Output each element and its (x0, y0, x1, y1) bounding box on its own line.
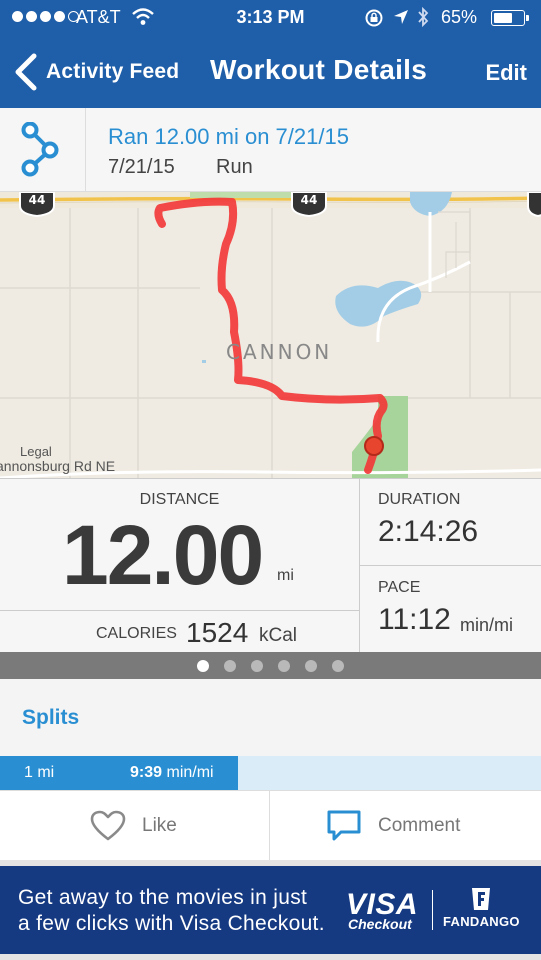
ad-text-line2: a few clicks with Visa Checkout. (18, 912, 325, 935)
battery-tip (526, 15, 529, 21)
map-road-label: annonsburg Rd NE (0, 458, 116, 474)
actions-divider (269, 791, 270, 861)
ad-logo-divider (432, 890, 433, 930)
activity-header: Ran 12.00 mi on 7/21/15 7/21/15 Run (0, 108, 541, 192)
top-bar: AT&T 3:13 PM 65% Activity Feed Workout D… (0, 0, 541, 108)
route-map[interactable]: 44 44 CANNON Legal annonsburg Rd NE (0, 192, 541, 478)
split-pace: 9:39 min/mi (130, 764, 214, 782)
ad-area: Get away to the movies in just a few cli… (0, 860, 541, 960)
ad-text-line1: Get away to the movies in just (18, 886, 308, 909)
chevron-left-icon (15, 53, 37, 91)
comment-button[interactable]: Comment (326, 791, 460, 861)
status-bar: AT&T 3:13 PM 65% (0, 0, 541, 36)
route-start-marker (364, 436, 384, 456)
calories-label: CALORIES (96, 625, 177, 642)
location-arrow-icon (392, 8, 410, 31)
battery-percent: 65% (441, 7, 478, 27)
bluetooth-icon (416, 6, 430, 33)
comment-bubble-icon (327, 810, 361, 841)
map-canvas: 44 44 (0, 192, 541, 478)
page-dot[interactable] (305, 659, 317, 672)
splits-header: Splits (0, 679, 541, 756)
splits-title: Splits (22, 706, 80, 729)
rotation-lock-icon (364, 8, 384, 33)
page-dot[interactable] (224, 659, 236, 672)
split-pace-value: 9:39 (130, 764, 163, 781)
map-town-label: CANNON (226, 340, 333, 364)
split-distance: 1 mi (24, 764, 55, 781)
social-actions: Like Comment (0, 790, 541, 861)
fandango-logo-text: FANDANGO (443, 914, 520, 929)
map-legal-link[interactable]: Legal (20, 444, 52, 459)
back-button-label: Activity Feed (46, 60, 180, 83)
visa-checkout-label: Checkout (348, 916, 412, 932)
highway-44-label-left: 44 (29, 193, 46, 207)
duration-value: 2:14:26 (378, 515, 479, 548)
route-icon (0, 108, 86, 192)
stats-divider-left (0, 610, 359, 611)
route-line (154, 197, 388, 474)
split-pace-unit: min/mi (166, 764, 214, 781)
pace-unit: min/mi (460, 615, 513, 635)
page-title: Workout Details (210, 54, 428, 85)
ad-banner[interactable]: Get away to the movies in just a few cli… (0, 866, 541, 954)
like-label: Like (142, 815, 177, 836)
distance-value: 12.00 (62, 508, 264, 602)
calories-unit: kCal (259, 625, 298, 646)
like-button[interactable]: Like (90, 791, 177, 861)
pace-label: PACE (378, 579, 421, 596)
distance-unit: mi (277, 567, 294, 584)
back-button[interactable]: Activity Feed (10, 50, 179, 94)
navigation-bar: Activity Feed Workout Details Edit (0, 36, 541, 108)
page-dot[interactable] (332, 659, 344, 672)
calories-value: 1524 (186, 617, 249, 648)
stats-divider-vertical (359, 479, 360, 653)
activity-date: 7/21/15 (108, 156, 175, 178)
activity-type: Run (216, 156, 253, 178)
edit-button[interactable]: Edit (485, 60, 527, 86)
page-dot[interactable] (278, 659, 290, 672)
heart-icon (90, 810, 126, 841)
page-dot[interactable] (251, 659, 263, 672)
fandango-logo-icon (472, 888, 490, 910)
page-dot[interactable] (197, 659, 209, 672)
stats-divider-right (360, 565, 541, 566)
battery-icon (491, 10, 525, 26)
page-indicator[interactable] (0, 652, 541, 679)
pace-value: 11:12 (378, 603, 451, 636)
split-row[interactable]: 1 mi 9:39 min/mi (0, 756, 541, 790)
stats-panel: DISTANCE 12.00 mi CALORIES 1524 kCal DUR… (0, 478, 541, 653)
duration-label: DURATION (378, 491, 461, 508)
activity-title-link[interactable]: Ran 12.00 mi on 7/21/15 (108, 124, 349, 150)
highway-44-label-right: 44 (301, 193, 318, 207)
comment-label: Comment (378, 815, 461, 836)
